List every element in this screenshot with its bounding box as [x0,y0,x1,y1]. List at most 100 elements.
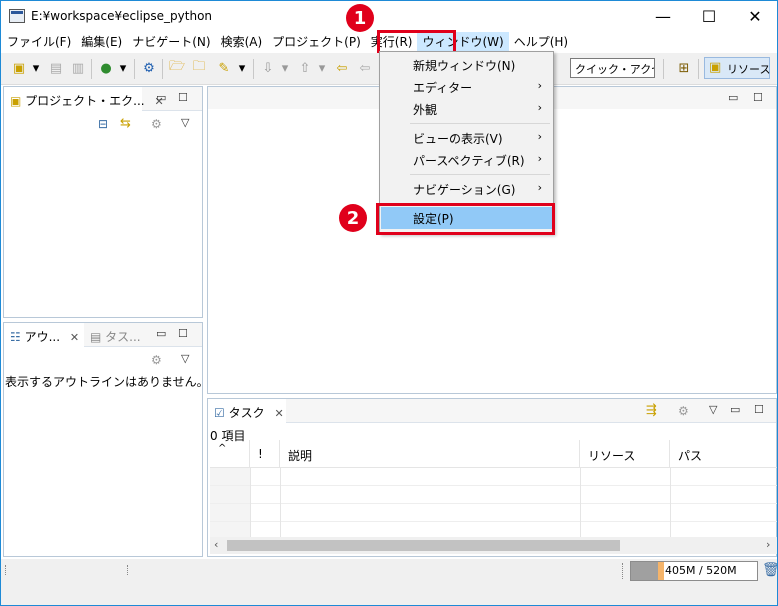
submenu-arrow-icon: › [537,101,542,114]
outline-filter-icon[interactable]: ⚙ [151,353,162,367]
editor-minimize-icon[interactable]: ▭ [728,91,738,104]
menu-separator [410,123,550,124]
scroll-right-icon[interactable]: › [766,538,770,551]
run-dropdown-icon[interactable]: ▾ [118,59,128,77]
close-button[interactable]: ✕ [732,1,777,32]
outline-tabbar: ☷ アウ... ✕ ▤ タス... ▭ ☐ [4,323,202,347]
new-task-icon[interactable]: ⇶ [646,403,657,418]
new-icon[interactable]: ▣ [10,59,28,77]
quick-access-input[interactable]: クイック・アクセス [570,58,655,78]
outline-view-menu-icon[interactable]: ▽ [181,352,189,365]
horizontal-scrollbar[interactable]: ‹ › [210,537,777,554]
title-bar: E:¥workspace¥eclipse_python — ☐ ✕ [1,1,777,32]
window-title: E:¥workspace¥eclipse_python [31,9,213,23]
submenu-arrow-icon: › [537,130,542,143]
col-sort-header[interactable]: ^ [210,440,250,468]
scrollbar-thumb[interactable] [227,540,620,551]
tab-project-explorer[interactable]: ▣ プロジェクト・エク... ✕ [4,87,164,111]
app-icon [9,9,25,23]
save-all-icon[interactable]: ▥ [69,59,87,77]
run-icon[interactable]: ● [97,59,115,77]
col-resource-header[interactable]: リソース [580,440,670,468]
menu-editor[interactable]: エディター › [381,76,552,98]
next-annotation-dropdown-icon[interactable]: ▾ [280,59,290,77]
tasks-view-menu-icon[interactable]: ▽ [709,403,717,416]
tab-outline-label: アウ... [24,330,61,344]
back-icon[interactable]: ⇦ [356,59,374,77]
tasks-minimize-icon[interactable]: ▭ [730,403,740,416]
outline-icon: ☷ [10,330,21,344]
pen-icon[interactable]: ✎ [215,59,233,77]
outline-panel: ☷ アウ... ✕ ▤ タス... ▭ ☐ ⚙ ▽ [3,322,203,557]
view-menu-icon[interactable]: ▽ [181,116,189,129]
highlight-preferences [376,203,555,235]
menu-navigation[interactable]: ナビゲーション(G) › [381,178,552,200]
tab-outline[interactable]: ☷ アウ... ✕ [4,323,84,347]
eclipse-window: E:¥workspace¥eclipse_python — ☐ ✕ ファイル(F… [0,0,778,606]
outline-minimize-icon[interactable]: ▭ [156,327,166,340]
submenu-arrow-icon: › [537,79,542,92]
menu-project[interactable]: プロジェクト(P) [267,32,366,52]
open-folder-icon[interactable]: 🗁 [168,59,186,77]
submenu-arrow-icon: › [537,152,542,165]
open-folder2-icon[interactable]: 🗀 [190,59,208,77]
settings-gear-icon[interactable]: ⚙ [140,59,158,77]
tasks-filter-icon[interactable]: ⚙ [678,404,689,418]
task-list-icon: ▤ [90,330,102,344]
menu-appearance[interactable]: 外観 › [381,98,552,120]
menu-help[interactable]: ヘルプ(H) [509,32,573,52]
menu-file[interactable]: ファイル(F) [1,32,76,52]
prev-annotation-dropdown-icon[interactable]: ▾ [317,59,327,77]
menu-navigate[interactable]: ナビゲート(N) [127,32,215,52]
pen-dropdown-icon[interactable]: ▾ [237,59,247,77]
tasks-maximize-icon[interactable]: ☐ [754,403,764,416]
project-explorer-tabbar: ▣ プロジェクト・エク... ✕ ▭ ☐ [4,87,202,111]
minimize-button[interactable]: — [640,1,686,32]
menu-separator [410,174,550,175]
open-perspective-icon[interactable]: ⊞ [675,59,693,77]
project-explorer-panel: ▣ プロジェクト・エク... ✕ ▭ ☐ ⊟ ⇆ ⚙ ▽ [3,86,203,318]
prev-annotation-icon[interactable]: ⇧ [296,59,314,77]
menu-appearance-label: 外観 [413,103,438,117]
resource-icon: ▣ [709,60,722,75]
task-icon: ☑ [214,406,225,420]
tab-tasks-small[interactable]: ▤ タス... [90,328,141,345]
col-description-header[interactable]: 説明 [280,440,580,468]
filter-icon[interactable]: ⚙ [151,117,162,131]
tab-project-explorer-label: プロジェクト・エク... [25,94,145,108]
tab-tasks[interactable]: ☑ タスク ✕ [208,399,286,423]
maximize-icon[interactable]: ☐ [178,91,188,104]
menu-edit[interactable]: 編集(E) [76,32,127,52]
scroll-left-icon[interactable]: ‹ [214,538,218,551]
outline-maximize-icon[interactable]: ☐ [178,327,188,340]
minimize-icon[interactable]: ▭ [156,91,166,104]
status-bar: 405M / 520M 🗑 [1,559,777,605]
col-path-header[interactable]: パス [670,440,777,468]
table-row[interactable] [210,486,777,504]
editor-maximize-icon[interactable]: ☐ [753,91,763,104]
menu-new-window[interactable]: 新規ウィンドウ(N) [381,54,552,76]
new-dropdown-icon[interactable]: ▾ [31,59,41,77]
last-edit-icon[interactable]: ⇦ [333,59,351,77]
menu-perspective[interactable]: パースペクティブ(R) › [381,149,552,171]
table-row[interactable] [210,504,777,522]
close-icon[interactable]: ✕ [70,331,79,344]
save-icon[interactable]: ▤ [47,59,65,77]
close-icon[interactable]: ✕ [274,407,283,420]
menu-new-window-label: 新規ウィンドウ(N) [413,59,516,73]
menu-show-view[interactable]: ビューの表示(V) › [381,127,552,149]
maximize-button[interactable]: ☐ [686,1,732,32]
step2-marker: 2 [339,204,367,232]
next-annotation-icon[interactable]: ⇩ [259,59,277,77]
tab-tasks-small-label: タス... [105,330,141,344]
table-row[interactable] [210,468,777,486]
col-priority-header[interactable]: ! [250,440,280,468]
garbage-collect-icon[interactable]: 🗑 [762,562,777,578]
link-editor-icon[interactable]: ⇆ [120,116,131,131]
menu-search[interactable]: 検索(A) [216,32,268,52]
heap-status[interactable]: 405M / 520M [630,561,758,581]
tasks-table: ^ ! 説明 リソース パス [210,440,777,537]
collapse-all-icon[interactable]: ⊟ [98,117,108,131]
resource-perspective-button[interactable]: ▣ リソース [704,57,770,79]
heap-status-text: 405M / 520M [665,564,737,577]
